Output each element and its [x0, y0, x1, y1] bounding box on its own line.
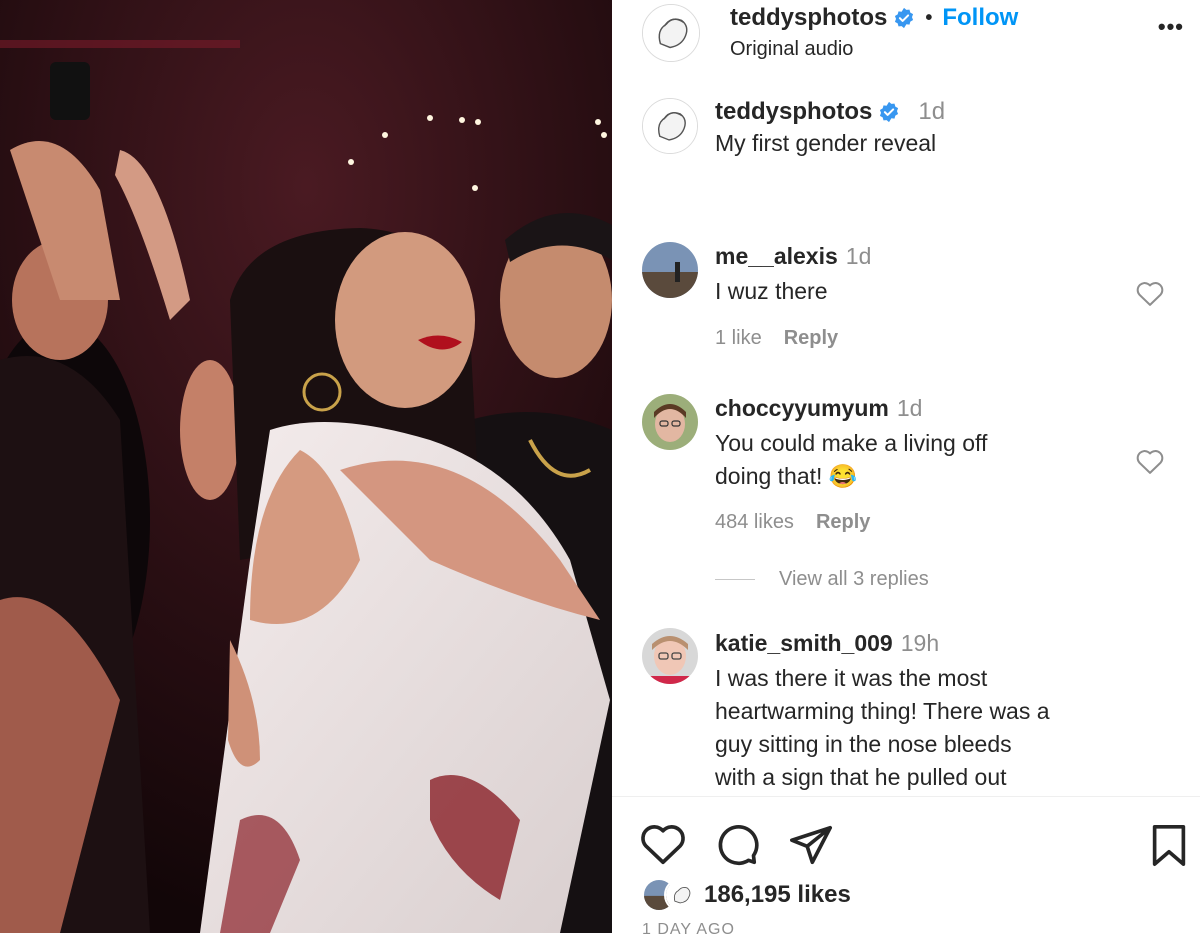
verified-badge-icon	[895, 7, 914, 29]
comment-likes[interactable]: 1 like	[715, 327, 762, 349]
heart-icon[interactable]	[1135, 447, 1165, 475]
caption-username[interactable]: teddysphotos	[715, 98, 872, 126]
comment-bubble-icon[interactable]	[714, 822, 760, 868]
caption-time[interactable]: 1d	[918, 98, 945, 126]
comment-text-line: doing that! 😂	[715, 463, 858, 489]
caption-avatar[interactable]	[642, 98, 698, 154]
bookmark-icon[interactable]	[1146, 822, 1192, 868]
comment-time[interactable]: 1d	[846, 243, 872, 269]
view-replies-label[interactable]: View all 3 replies	[779, 568, 929, 591]
likes-count[interactable]: 186,195 likes	[704, 881, 851, 909]
comment-text-line: guy sitting in the nose bleeds	[715, 731, 1012, 757]
comment-time[interactable]: 19h	[901, 630, 939, 656]
actions-divider	[612, 796, 1200, 797]
comment-likes[interactable]: 484 likes	[715, 511, 794, 533]
post-media[interactable]	[0, 0, 612, 933]
comment-time[interactable]: 1d	[897, 395, 923, 421]
post-detail-panel: teddysphotos • Follow Original audio •••…	[612, 0, 1200, 938]
view-replies-button[interactable]: View all 3 replies	[715, 568, 929, 591]
audio-label[interactable]: Original audio	[730, 38, 853, 61]
reply-button[interactable]: Reply	[784, 327, 838, 349]
heart-icon[interactable]	[1135, 279, 1165, 307]
liker-avatar	[664, 878, 698, 912]
concert-photo	[0, 0, 612, 933]
separator-dot: •	[925, 6, 933, 29]
likes-row[interactable]: 186,195 likes	[642, 878, 851, 912]
comment-avatar[interactable]	[642, 394, 698, 450]
post-timestamp[interactable]: 1 DAY AGO	[642, 921, 735, 939]
verified-badge-icon	[880, 101, 899, 123]
comment-text-line: You could make a living off	[715, 430, 988, 456]
person-avatar-icon	[642, 394, 698, 450]
author-username[interactable]: teddysphotos	[730, 4, 887, 32]
comment-username[interactable]: choccyyumyum	[715, 395, 889, 421]
paper-plane-icon[interactable]	[788, 822, 834, 868]
author-avatar[interactable]	[642, 4, 700, 62]
teddy-logo-icon	[643, 99, 697, 153]
person-avatar-icon	[642, 628, 698, 684]
comment-text-line: heartwarming thing! There was a	[715, 698, 1050, 724]
teddy-logo-icon	[643, 5, 699, 61]
more-options-button[interactable]: •••	[1158, 14, 1184, 40]
comment-username[interactable]: katie_smith_009	[715, 630, 893, 656]
replies-divider	[715, 579, 755, 580]
comment-text-line: with a sign that he pulled out	[715, 764, 1007, 790]
comment-text-line: I was there it was the most	[715, 665, 988, 691]
caption-header: teddysphotos 1d	[715, 98, 945, 126]
comment-avatar[interactable]	[642, 242, 698, 298]
post-header: teddysphotos • Follow	[730, 4, 1018, 32]
comment-avatar[interactable]	[642, 628, 698, 684]
landscape-avatar-icon	[642, 242, 698, 298]
follow-button[interactable]: Follow	[942, 4, 1018, 32]
reply-button[interactable]: Reply	[816, 511, 870, 533]
caption-text: My first gender reveal	[715, 130, 937, 156]
heart-icon[interactable]	[640, 822, 686, 868]
teddy-logo-icon	[666, 880, 696, 910]
comment-text-line: I wuz there	[715, 278, 828, 304]
comment-username[interactable]: me__alexis	[715, 243, 838, 269]
